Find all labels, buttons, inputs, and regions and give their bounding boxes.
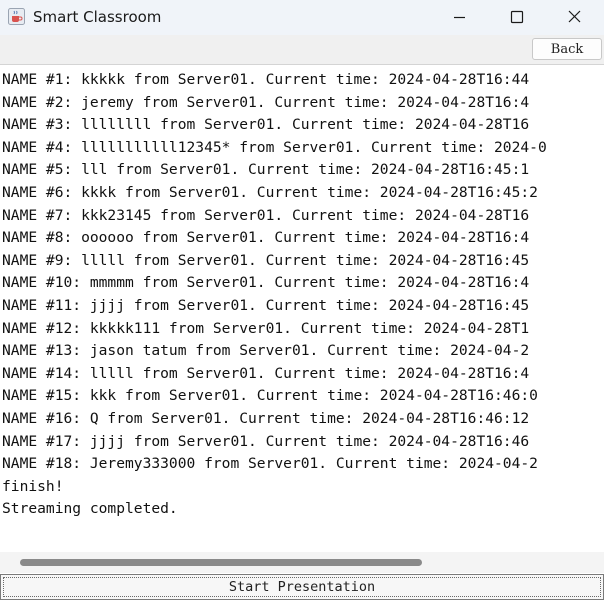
log-line: NAME #2: jeremy from Server01. Current t… xyxy=(2,93,530,111)
toolbar: Back xyxy=(0,35,604,65)
scrollbar-thumb[interactable] xyxy=(20,559,422,566)
log-line: NAME #18: Jeremy333000 from Server01. Cu… xyxy=(2,455,538,473)
stream-output-textarea[interactable]: NAME #1: kkkkk from Server01. Current ti… xyxy=(0,65,604,552)
log-line: NAME #5: lll from Server01. Current time… xyxy=(2,161,530,179)
maximize-icon xyxy=(510,10,524,24)
log-line: NAME #7: kkk23145 from Server01. Current… xyxy=(2,206,530,224)
log-line: Streaming completed. xyxy=(2,500,178,518)
close-icon xyxy=(568,10,581,23)
log-line: NAME #17: jjjj from Server01. Current ti… xyxy=(2,432,530,450)
minimize-icon xyxy=(454,16,465,19)
maximize-button[interactable] xyxy=(488,0,546,35)
log-line: NAME #3: llllllll from Server01. Current… xyxy=(2,116,530,134)
log-line: NAME #1: kkkkk from Server01. Current ti… xyxy=(2,71,530,88)
log-line: NAME #10: mmmmm from Server01. Current t… xyxy=(2,274,530,292)
log-line: NAME #9: lllll from Server01. Current ti… xyxy=(2,251,530,269)
log-line: NAME #11: jjjj from Server01. Current ti… xyxy=(2,297,530,314)
log-line: NAME #14: lllll from Server01. Current t… xyxy=(2,364,530,382)
log-line: NAME #12: kkkkk111 from Server01. Curren… xyxy=(2,319,530,337)
app-window: Smart Classroom Back NAME #1: kkkkk from… xyxy=(0,0,604,601)
horizontal-scrollbar[interactable] xyxy=(0,552,604,573)
window-title: Smart Classroom xyxy=(33,8,162,26)
log-line: NAME #16: Q from Server01. Current time:… xyxy=(2,410,530,427)
java-coffee-cup-icon xyxy=(8,8,25,25)
title-bar[interactable]: Smart Classroom xyxy=(0,0,604,35)
log-line: NAME #4: lllllllllll12345* from Server01… xyxy=(2,138,547,156)
minimize-button[interactable] xyxy=(430,0,488,35)
log-line: NAME #13: jason tatum from Server01. Cur… xyxy=(2,342,530,360)
start-presentation-label: Start Presentation xyxy=(228,579,376,595)
log-line: finish! xyxy=(2,477,64,495)
back-button[interactable]: Back xyxy=(532,38,602,60)
log-line: NAME #8: oooooo from Server01. Current t… xyxy=(2,229,530,247)
log-line: NAME #15: kkk from Server01. Current tim… xyxy=(2,387,538,405)
start-presentation-button[interactable]: Start Presentation xyxy=(0,574,604,600)
log-line: NAME #6: kkkk from Server01. Current tim… xyxy=(2,184,538,201)
close-button[interactable] xyxy=(546,0,604,35)
